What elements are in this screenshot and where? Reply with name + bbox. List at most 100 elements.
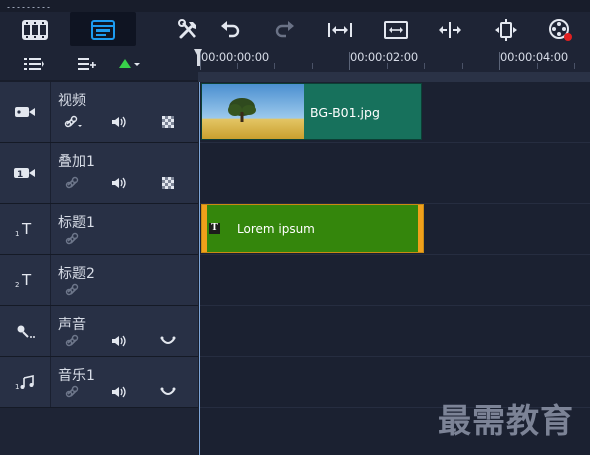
link-toggle[interactable] [64,231,82,247]
ruler-minor-tick [312,63,313,69]
trim-button[interactable] [490,15,522,45]
music-track-icon: 1 [15,375,34,390]
track-manager-button[interactable] [18,51,50,77]
title-track-icon: 2 T [15,272,32,288]
link-icon [65,334,79,347]
clip-trim-handle-right[interactable] [418,205,423,252]
fit-project-icon [328,23,352,37]
title-clip-icon: T [209,223,220,234]
track-name-music: 音乐1 [58,368,95,384]
link-icon [65,283,79,296]
record-capture-button[interactable] [544,15,576,45]
waveform-toggle[interactable] [159,333,177,349]
checkerboard-icon [162,116,174,128]
clip-trim-handle-left[interactable] [202,205,207,252]
trim-icon [495,19,517,41]
link-toggle[interactable] [64,175,82,191]
link-toggle[interactable] [64,384,82,400]
undo-button[interactable] [214,15,246,45]
playhead-marker[interactable] [194,49,202,57]
track-type-cell: 1 T [0,204,51,254]
transparency-toggle[interactable] [159,175,177,191]
audio-icon [112,386,126,398]
add-track-icon [78,58,96,70]
storyboard-view-icon [22,20,48,40]
track-manager-icon [24,58,44,70]
track-options-icon [119,59,140,68]
redo-button[interactable] [269,15,301,45]
audio-icon [112,177,126,189]
ruler-minor-tick [462,63,463,69]
fit-project-button[interactable] [324,15,356,45]
link-icon [65,385,79,398]
title-clip-label: Lorem ipsum [237,222,315,236]
title-track-number: 1 [15,230,19,237]
ruler-label: 00:00:02:00 [350,50,418,64]
link-toggle[interactable] [64,333,82,349]
fit-window-icon [384,21,408,39]
music-track-number: 1 [15,383,19,390]
track-header-voice[interactable]: 声音 [0,306,198,357]
track-type-cell: 2 T [0,255,51,305]
track-header-video[interactable]: 视频 [0,82,198,143]
transparency-toggle[interactable] [159,114,177,130]
title-track-number: 2 [15,281,19,288]
clip-thumbnail [202,84,304,139]
link-icon [64,115,82,128]
track-name-overlay: 叠加1 [58,154,95,170]
link-icon [65,232,79,245]
ruler-label: 00:00:00:00 [201,50,269,64]
split-button[interactable] [434,15,466,45]
timeline-view-icon [91,20,115,40]
track-type-cell [0,82,51,142]
title-clip[interactable]: T Lorem ipsum [201,204,424,253]
tools-icon [178,19,196,39]
ruler-minor-tick [574,63,575,69]
link-toggle[interactable] [64,114,82,130]
track-options-button[interactable] [113,51,145,77]
audio-toggle[interactable] [110,384,128,400]
undo-icon [221,21,240,38]
track-header-title2[interactable]: 2 T 标题2 [0,255,198,306]
audio-icon [112,116,126,128]
title-track-icon: 1 T [15,221,32,237]
overlay-track-icon: 1 [14,168,35,180]
track-name-voice: 声音 [58,317,86,333]
link-icon [65,176,79,189]
audio-toggle[interactable] [110,114,128,130]
lane-title2[interactable] [200,255,590,306]
timeline-view-button[interactable] [87,15,119,45]
ruler-minor-tick [424,63,425,69]
panel-grip[interactable] [6,6,50,9]
waveform-icon [160,387,176,395]
link-toggle[interactable] [64,282,82,298]
ruler-minor-tick [274,63,275,69]
playhead-line [199,82,200,455]
track-type-cell: 1 [0,357,51,407]
track-header-overlay[interactable]: 1 叠加1 [0,143,198,204]
audio-toggle[interactable] [110,333,128,349]
add-track-button[interactable] [70,51,102,77]
track-name-title1: 标题1 [58,215,95,231]
record-capture-icon [549,19,572,41]
audio-toggle[interactable] [110,175,128,191]
lane-voice[interactable] [200,306,590,357]
waveform-toggle[interactable] [159,384,177,400]
tools-button[interactable] [173,15,205,45]
watermark: 最需教育 [438,401,574,440]
fit-window-button[interactable] [380,15,412,45]
storyboard-view-button[interactable] [19,15,51,45]
track-header-title1[interactable]: 1 T 标题1 [0,204,198,255]
video-clip[interactable]: BG-B01.jpg [201,83,422,140]
track-type-cell: 1 [0,143,51,203]
ruler-scrub-strip[interactable] [198,72,590,82]
checkerboard-icon [162,177,174,189]
track-header-empty [0,408,198,455]
track-header-music[interactable]: 1 音乐1 [0,357,198,408]
track-name-video: 视频 [58,93,86,109]
lane-overlay[interactable] [200,143,590,204]
svg-text:T: T [21,221,32,237]
tree-thumbnail-icon [228,98,256,122]
svg-text:T: T [21,272,32,288]
audio-icon [112,335,126,347]
